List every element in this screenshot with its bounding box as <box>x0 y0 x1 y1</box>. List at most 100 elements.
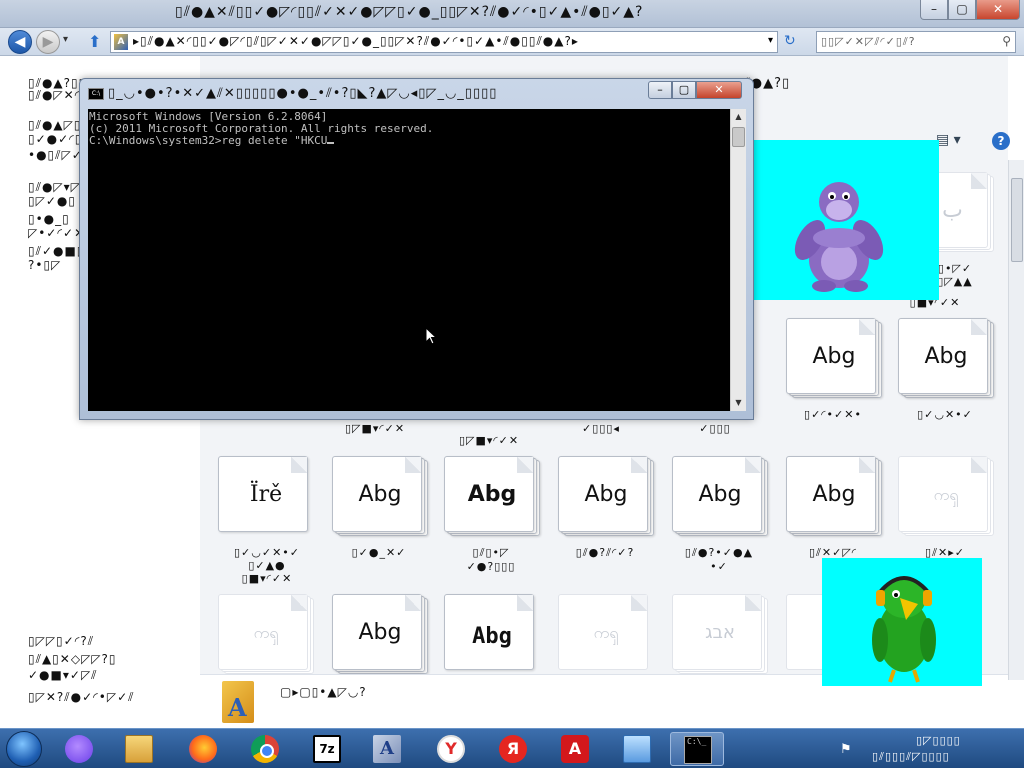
font-tile[interactable]: Abg <box>672 456 768 536</box>
taskbar-command-prompt[interactable]: C:\_ <box>670 732 724 766</box>
see-also-link[interactable]: ✓●■▾✓◸⫽ <box>28 668 198 683</box>
control-panel-icon <box>623 735 651 763</box>
taskbar-firefox[interactable] <box>176 732 230 766</box>
font-label: ▯◸■▾◜✓✕ <box>458 434 520 447</box>
navigation-bar: ◀ ▶ ▾ ⬆ A ▸▯⫽●▲✕◜▯▯✓●◸◜▯⫽▯◸✓✕✓●◸◸▯✓●_▯▯◸… <box>0 28 1024 56</box>
tray-time[interactable]: ▯◸▯▯▯▯ <box>916 734 1016 747</box>
address-bar[interactable]: A ▸▯⫽●▲✕◜▯▯✓●◸◜▯⫽▯◸✓✕✓●◸◸▯✓●_▯▯◸✕?⫽●✓◜•▯… <box>110 31 778 53</box>
font-sample: Abg <box>812 344 856 369</box>
help-icon[interactable]: ? <box>992 132 1010 150</box>
font-label: ▯✓●_✕✓ <box>351 546 407 559</box>
refresh-icon[interactable]: ↻ <box>784 33 796 49</box>
text-caret <box>327 142 335 144</box>
firefox-icon <box>189 735 217 763</box>
7zip-icon: 7z <box>313 735 341 763</box>
font-sample: Abg <box>584 482 628 507</box>
font-tile[interactable]: Ïrě <box>218 456 314 536</box>
view-options-icon[interactable]: ▤ ▾ <box>936 132 961 148</box>
taskbar-control-panel[interactable] <box>610 732 664 766</box>
font-tile[interactable]: Abg <box>444 594 540 674</box>
purple-gorilla-icon <box>794 182 884 292</box>
font-sample: ကၡ <box>593 623 619 642</box>
fonts-folder-icon: A <box>222 681 254 723</box>
alice-icon <box>65 735 93 763</box>
font-tile[interactable]: אבג <box>672 594 768 674</box>
font-tile[interactable]: Abg <box>444 456 540 536</box>
chevron-down-icon[interactable]: ▾ <box>768 35 773 46</box>
cmd-scroll-thumb[interactable] <box>732 127 745 147</box>
search-placeholder: ▯▯◸✓✕◸⫽◜✓▯⫽? <box>821 35 916 48</box>
font-tile[interactable]: ကၡ <box>898 456 994 536</box>
font-label-text: ▯✓◡✓✕•✓ <box>233 546 300 559</box>
font-tile[interactable]: ကၡ <box>558 594 654 674</box>
font-label: ▯◸■▾◜✓✕ <box>344 422 406 435</box>
font-sample: אבג <box>705 622 735 643</box>
font-sample: Abg <box>472 624 512 649</box>
cmd-icon: C:\ <box>88 88 104 100</box>
taskbar-font-viewer[interactable]: A <box>360 732 414 766</box>
font-label: ▯⫽▯•◸ ✓●?▯▯▯ <box>466 546 516 573</box>
tray-date[interactable]: ▯⫽▯▯▯⫽◸▯▯▯▯ <box>872 750 1020 764</box>
forward-button[interactable]: ▶ <box>36 30 60 54</box>
recent-pages-dropdown-icon[interactable]: ▾ <box>63 34 68 45</box>
font-label: ▯✓◜•✓✕• <box>804 408 862 421</box>
font-sample: Abg <box>358 620 402 645</box>
window-title: ▯⫽●▲✕⫽▯▯✓●◸◜▯▯⫽✓✕✓●◸◸▯✓●_▯▯◸✕?⫽●✓◜•▯✓▲•⫽… <box>175 4 644 20</box>
taskbar-yandex-browser[interactable]: Y <box>424 732 478 766</box>
taskbar-7zip[interactable]: 7z <box>300 732 354 766</box>
avira-icon: A <box>561 735 589 763</box>
vertical-scrollbar[interactable] <box>1008 160 1024 680</box>
action-center-flag-icon[interactable]: ⚑ <box>840 742 852 757</box>
font-tile[interactable]: Abg <box>786 318 882 398</box>
maximize-button[interactable]: ▢ <box>948 0 976 20</box>
start-button[interactable] <box>6 731 42 767</box>
letter-a-glyph: A <box>228 693 247 722</box>
bonzi-buddy-overlay[interactable] <box>738 140 939 300</box>
see-also-heading: ▯◸◸▯✓◜?⫽ <box>28 634 95 648</box>
close-button[interactable]: ✕ <box>976 0 1020 20</box>
mouse-pointer-icon <box>425 327 437 345</box>
taskbar-alice[interactable] <box>52 732 106 766</box>
console-output[interactable]: Microsoft Windows [Version 6.2.8064] (c) … <box>88 109 730 411</box>
taskbar-explorer[interactable] <box>112 732 166 766</box>
font-tile[interactable]: Abg <box>898 318 994 398</box>
folder-icon <box>125 735 153 763</box>
font-label: ▯⫽●?•✓●▲ •✓ <box>684 546 754 573</box>
address-path[interactable]: ▸▯⫽●▲✕◜▯▯✓●◸◜▯⫽▯◸✓✕✓●◸◸▯✓●_▯▯◸✕?⫽●✓◜•▯✓▲… <box>133 34 753 49</box>
font-tile[interactable]: Abg <box>558 456 654 536</box>
font-tile[interactable]: Abg <box>332 594 428 674</box>
console-input-line[interactable]: C:\Windows\system32>reg delete "HKCU <box>89 135 729 147</box>
font-tile[interactable]: Abg <box>332 456 428 536</box>
taskbar-chrome[interactable] <box>238 732 292 766</box>
search-icon[interactable]: ⚲ <box>1002 34 1011 48</box>
green-parrot-icon <box>872 576 936 683</box>
font-tile[interactable]: Abg <box>786 456 882 536</box>
font-label-text: ▯⫽●?•✓●▲ <box>684 546 754 559</box>
console-command[interactable]: C:\Windows\system32>reg delete "HKCU <box>89 134 327 147</box>
yandex-browser-icon: Y <box>437 735 465 763</box>
font-label: ▯⫽●?⫽◜✓? <box>575 546 635 559</box>
font-tile[interactable]: ကၡ <box>218 594 314 674</box>
see-also-link[interactable]: ▯◸✕?⫽●✓◜•◸✓⫽ <box>28 690 198 705</box>
taskbar-avira[interactable]: A <box>548 732 602 766</box>
cmd-close-button[interactable]: ✕ <box>696 81 742 99</box>
explorer-titlebar: ▯⫽●▲✕⫽▯▯✓●◸◜▯▯⫽✓✕✓●◸◸▯✓●_▯▯◸✕?⫽●✓◜•▯✓▲•⫽… <box>0 0 1024 28</box>
scroll-down-icon[interactable]: ▼ <box>731 395 746 411</box>
minimize-button[interactable]: – <box>920 0 948 20</box>
search-input[interactable]: ▯▯◸✓✕◸⫽◜✓▯⫽? ⚲ <box>816 31 1016 53</box>
font-label: ✓▯▯▯ <box>699 422 731 435</box>
up-icon[interactable]: ⬆ <box>88 32 101 51</box>
back-button[interactable]: ◀ <box>8 30 32 54</box>
taskbar-yandex[interactable]: Я <box>486 732 540 766</box>
command-prompt-window[interactable]: C:\ ▯_◡•●•?•✕✓▲⫽✕▯▯▯▯▯●•●_•⫽•?▯◣?▲◸◡◂▯◸_… <box>79 78 754 420</box>
cmd-maximize-button[interactable]: ▢ <box>672 81 696 99</box>
yandex-icon: Я <box>499 735 527 763</box>
details-text: ▢▸▢▯•▲◸◡? <box>280 685 367 699</box>
cmd-minimize-button[interactable]: – <box>648 81 672 99</box>
scroll-up-icon[interactable]: ▲ <box>731 109 746 125</box>
cmd-scrollbar[interactable]: ▲ ▼ <box>730 109 746 411</box>
see-also-link[interactable]: ▯⫽▲▯✕◇◸◸?▯ <box>28 652 198 667</box>
scrollbar-thumb[interactable] <box>1011 178 1023 262</box>
parrot-assistant-overlay[interactable] <box>822 558 982 686</box>
font-label: ▯✓◡✓✕•✓ ▯✓▲● ▯■▾◜✓✕ <box>233 546 300 585</box>
